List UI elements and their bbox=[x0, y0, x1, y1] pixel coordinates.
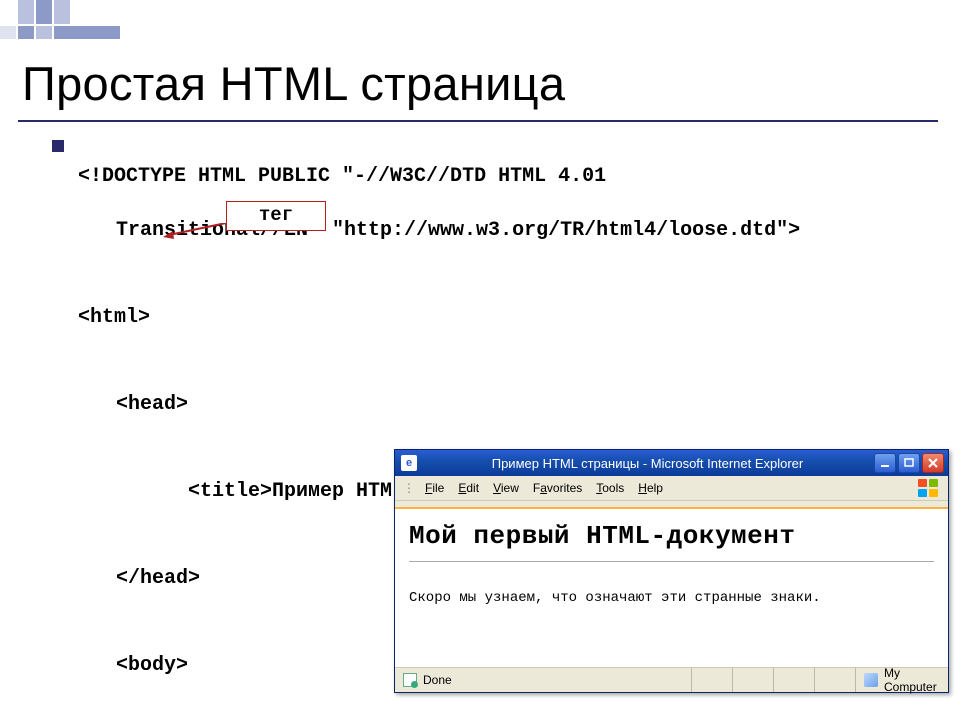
maximize-icon bbox=[904, 458, 914, 468]
ie-statusbar: Done My Computer bbox=[395, 667, 948, 692]
code-line: <head> bbox=[78, 391, 898, 418]
list-bullet bbox=[52, 140, 64, 152]
menu-file[interactable]: File bbox=[425, 481, 444, 495]
menu-view[interactable]: View bbox=[493, 481, 519, 495]
title-rule bbox=[18, 120, 938, 122]
ie-browser-window: e Пример HTML страницы - Microsoft Inter… bbox=[394, 449, 949, 693]
ie-app-icon: e bbox=[401, 455, 417, 471]
menu-grip-icon[interactable]: ⋮ bbox=[403, 481, 415, 495]
status-blank-cell bbox=[733, 668, 774, 692]
ie-menubar: ⋮ File Edit View Favorites Tools Help bbox=[395, 476, 948, 501]
menu-favorites[interactable]: Favorites bbox=[533, 481, 582, 495]
code-line: <html> bbox=[78, 304, 898, 331]
status-zone-text: My Computer bbox=[884, 666, 940, 694]
ie-title-text: Пример HTML страницы - Microsoft Interne… bbox=[423, 456, 872, 471]
status-blank-cell bbox=[774, 668, 815, 692]
menu-tools[interactable]: Tools bbox=[596, 481, 624, 495]
rendered-h1: Мой первый HTML-документ bbox=[409, 521, 934, 551]
ie-titlebar[interactable]: e Пример HTML страницы - Microsoft Inter… bbox=[395, 450, 948, 476]
ie-throbber-icon bbox=[914, 477, 942, 499]
minimize-button[interactable] bbox=[874, 453, 896, 473]
code-line: <!DOCTYPE HTML PUBLIC "-//W3C//DTD HTML … bbox=[78, 163, 898, 190]
page-done-icon bbox=[403, 673, 417, 687]
code-line: Transitional//EN" "http://www.w3.org/TR/… bbox=[78, 217, 898, 244]
callout-tag-label: тег bbox=[226, 201, 326, 231]
menu-edit[interactable]: Edit bbox=[458, 481, 479, 495]
close-icon bbox=[928, 458, 938, 468]
ie-page-content: Мой первый HTML-документ Скоро мы узнаем… bbox=[395, 509, 948, 667]
status-done-text: Done bbox=[423, 673, 452, 687]
minimize-icon bbox=[880, 458, 890, 468]
status-blank-cell bbox=[692, 668, 733, 692]
maximize-button[interactable] bbox=[898, 453, 920, 473]
security-zone-icon bbox=[864, 673, 878, 687]
status-zone-cell: My Computer bbox=[856, 668, 948, 692]
ie-toolbar-separator bbox=[395, 501, 948, 509]
status-done-cell: Done bbox=[395, 668, 692, 692]
status-blank-cell bbox=[815, 668, 856, 692]
slide-title: Простая HTML страница bbox=[22, 56, 565, 111]
rendered-hr bbox=[409, 561, 934, 562]
rendered-paragraph: Скоро мы узнаем, что означают эти странн… bbox=[409, 590, 934, 606]
close-button[interactable] bbox=[922, 453, 944, 473]
menu-help[interactable]: Help bbox=[638, 481, 663, 495]
slide-corner-decoration bbox=[0, 0, 140, 50]
